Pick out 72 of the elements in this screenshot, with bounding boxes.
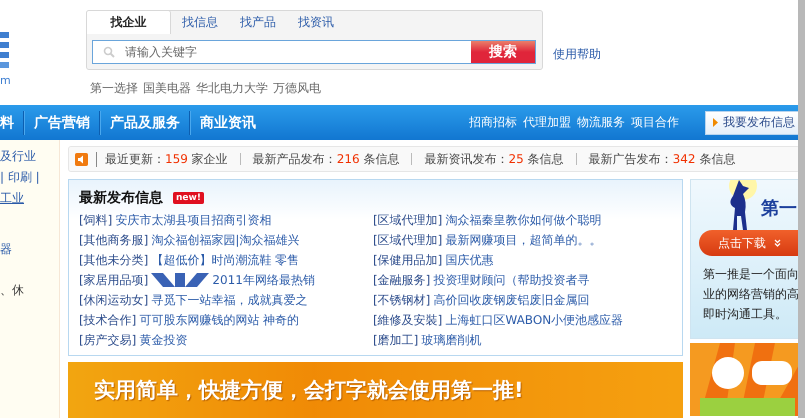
info-link[interactable]: 可可股东网赚钱的网站 神奇的 xyxy=(139,312,300,328)
section-title: 最新发布信息 xyxy=(79,189,163,207)
search-box[interactable]: 请输入关键字 搜索 xyxy=(92,40,536,64)
download-button[interactable]: 点击下载 xyxy=(699,230,799,256)
search-button[interactable]: 搜索 xyxy=(471,41,535,63)
nav-link[interactable]: 商业资讯 xyxy=(191,114,265,132)
ad-text: 业的网络营销的高 xyxy=(703,286,799,303)
speaker-icon xyxy=(75,152,88,166)
sidebar-link[interactable]: 工业 xyxy=(0,191,24,205)
category-link[interactable]: [区域代理加] xyxy=(373,212,442,228)
stat-text: 最新资讯发布：25 条信息 xyxy=(424,150,564,168)
category-link[interactable]: [不锈钢材] xyxy=(373,292,430,308)
info-link[interactable]: 玻璃磨削机 xyxy=(421,332,482,348)
help-link[interactable]: 使用帮助 xyxy=(553,46,601,61)
category-link[interactable]: [家居用品项] xyxy=(79,272,148,288)
search-tab[interactable]: 找企业 xyxy=(86,10,171,34)
sidebar-text[interactable]: 及行业 xyxy=(0,149,36,163)
ad-title: 第一 xyxy=(761,197,797,220)
stat-text: 最新广告发布：342 条信息 xyxy=(588,150,736,168)
category-link[interactable]: [房产交易] xyxy=(79,332,136,348)
info-link[interactable]: 2011年网络最热销 xyxy=(212,272,315,288)
new-badge: new! xyxy=(173,192,204,204)
stat-text: 最近更新：159 家企业 xyxy=(105,150,228,168)
category-link[interactable]: [維修及安裝] xyxy=(373,312,442,328)
nav-link[interactable]: 产品及服务 xyxy=(101,114,189,132)
sidebar-text[interactable]: | 印刷 | xyxy=(0,170,40,184)
logo-text: m xyxy=(0,74,12,88)
hot-keyword-link[interactable]: 华北电力大学 xyxy=(196,80,268,97)
double-chevron-icon xyxy=(774,239,781,247)
category-link[interactable]: [技术合作] xyxy=(79,312,136,328)
search-tab[interactable]: 找产品 xyxy=(229,10,287,34)
scrollbar[interactable] xyxy=(798,0,805,418)
ad-text: 即时沟通工具。 xyxy=(703,306,788,323)
category-link[interactable]: [金融服务] xyxy=(373,272,430,288)
info-link[interactable]: 黄金投资 xyxy=(139,332,188,348)
info-link[interactable]: 国庆优惠 xyxy=(445,252,494,268)
info-link[interactable]: 淘众福创福家园|淘众福雄兴 xyxy=(151,232,300,248)
hot-keyword-link[interactable]: 国美电器 xyxy=(143,80,191,97)
stat-text: 最新产品发布：216 条信息 xyxy=(252,150,400,168)
sidebar-text[interactable]: 器 xyxy=(0,242,12,256)
nav-link[interactable]: 广告营销 xyxy=(25,114,99,132)
publish-button[interactable]: 我要发布信息 xyxy=(705,110,800,134)
nav-link[interactable]: 代理加盟 xyxy=(523,114,571,131)
search-icon xyxy=(103,46,115,58)
hot-keyword-link[interactable]: 第一选择 xyxy=(90,80,138,97)
nav-link[interactable]: 料 xyxy=(0,114,23,132)
category-link[interactable]: [休闲运动女] xyxy=(79,292,148,308)
info-link[interactable]: 寻觅下一站幸福，成就真爱之 xyxy=(151,292,308,308)
category-link[interactable]: [磨加工] xyxy=(373,332,418,348)
info-link[interactable]: 淘众福秦皇教你如何做个聪明 xyxy=(445,212,602,228)
category-link[interactable]: [饲料] xyxy=(79,212,112,228)
info-link[interactable]: 【超低价】时尚潮流鞋 零售 xyxy=(151,252,300,268)
category-link[interactable]: [其他商务服] xyxy=(79,232,148,248)
info-link[interactable]: 最新网赚项目，超简单的。。 xyxy=(445,232,602,248)
nav-link[interactable]: 项目合作 xyxy=(631,114,679,131)
ad-text: 第一推是一个面向 xyxy=(703,266,799,283)
info-link[interactable]: 安庆市太湖县项目招商引资相 xyxy=(115,212,272,228)
info-link[interactable]: 投资理财顾问（帮助投资者寻 xyxy=(433,272,590,288)
category-link[interactable]: [区域代理加] xyxy=(373,232,442,248)
search-tab[interactable]: 找信息 xyxy=(171,10,229,34)
info-link[interactable]: 高价回收废钢废铝废旧金属回 xyxy=(433,292,590,308)
category-link[interactable]: [其他未分类] xyxy=(79,252,148,268)
hot-keyword-link[interactable]: 万德风电 xyxy=(273,80,321,97)
banner-text: 实用简单，快捷方便，会打字就会使用第一推! xyxy=(94,377,524,404)
nav-link[interactable]: 招商招标 xyxy=(469,114,517,131)
nav-link[interactable]: 物流服务 xyxy=(577,114,625,131)
sidebar-text[interactable]: 、休 xyxy=(0,283,24,297)
category-link[interactable]: [保健用品加] xyxy=(373,252,442,268)
search-field[interactable]: 请输入关键字 xyxy=(123,44,471,60)
info-link[interactable]: 上海虹口区WABON小便池感应器 xyxy=(445,312,624,328)
triangle-icon xyxy=(713,118,718,127)
search-tab[interactable]: 找资讯 xyxy=(287,10,345,34)
